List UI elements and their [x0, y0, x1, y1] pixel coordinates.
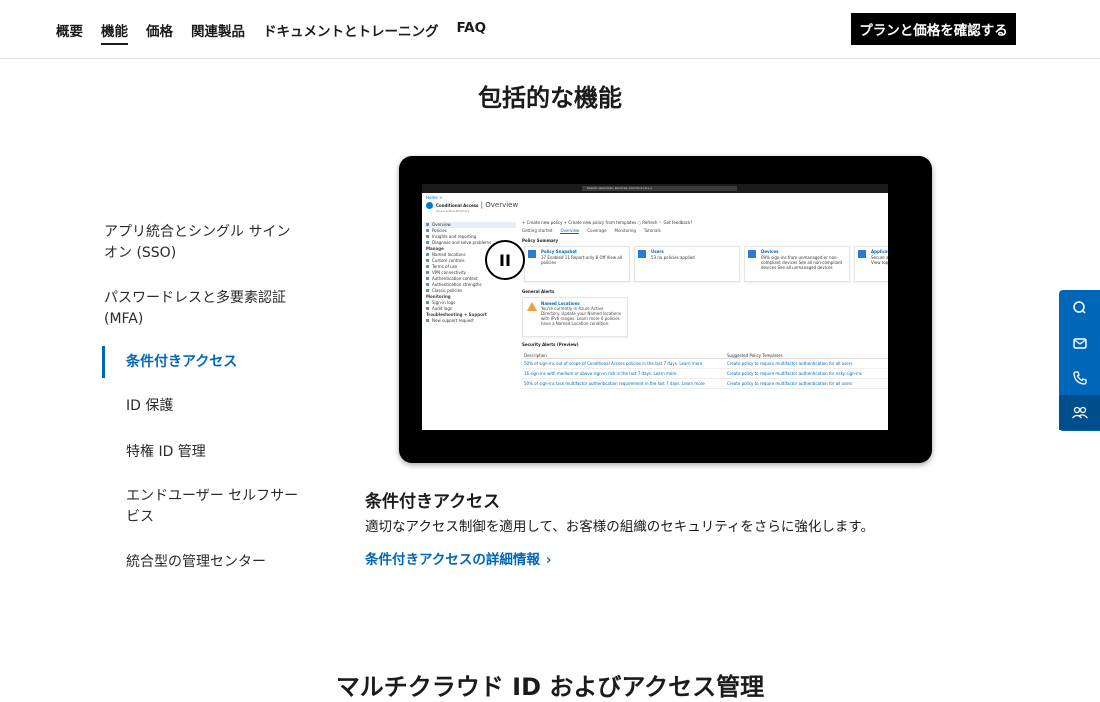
card-value: Secure a list of applications with polic…: [871, 255, 888, 265]
next-section-title: マルチクラウド ID およびアクセス管理: [335, 673, 765, 701]
summary-card[interactable]: ApplicationsSecure a list of application…: [854, 246, 888, 282]
portal-main: + Create new policy + Create new policy …: [522, 220, 888, 430]
table-cell-template[interactable]: Create policy to require multifactor aut…: [727, 361, 887, 366]
portal-tab[interactable]: Tutorials: [644, 228, 661, 233]
table-cell-description[interactable]: 50% of sign-ins out of scope of Conditio…: [524, 361, 714, 366]
table-row[interactable]: 50% of sign-ins out of scope of Conditio…: [522, 359, 888, 369]
learn-more-link[interactable]: 条件付きアクセスの詳細情報 ›: [365, 548, 551, 568]
summary-card[interactable]: Devices 09% sign-ins from unmanaged or no…: [744, 246, 850, 282]
card-icon: [528, 250, 536, 258]
warning-icon: [527, 302, 537, 311]
feature-item-privileged-id[interactable]: 特権 ID 管理: [126, 442, 316, 463]
feature-caption-body: 適切なアクセス制御を適用して、お客様の組織のセキュリティをさらに強化します。: [365, 519, 875, 535]
portal-tab[interactable]: Overview: [560, 228, 580, 234]
portal-topbar: Search resources, services, and docs (G+…: [422, 184, 888, 193]
security-alerts-table: Description Suggested Policy Templates 5…: [522, 351, 888, 389]
portal-org: Azure Active Directory: [436, 209, 470, 213]
feature-item-self-service[interactable]: エンドユーザー セルフサービス: [126, 486, 306, 528]
card-title: Applications: [871, 249, 888, 254]
table-header: Description Suggested Policy Templates: [522, 351, 888, 359]
tablet-mockup: Search resources, services, and docs (G+…: [399, 156, 932, 463]
card-value: 37 Enabled 11 Report-only 8 Off View all…: [541, 255, 623, 265]
plans-pricing-button[interactable]: プランと価格を確認する: [851, 13, 1016, 45]
feature-item-sso[interactable]: アプリ統合とシングル サインオン (SSO): [104, 222, 294, 264]
portal-breadcrumb: Home >: [426, 195, 443, 200]
portal-command-bar: + Create new policy + Create new policy …: [522, 220, 693, 225]
top-navigation: 概要 機能 価格 関連製品 ドキュメントとトレーニング FAQ プランと価格を確…: [0, 0, 1100, 59]
security-alerts-heading: Security Alerts (Preview): [522, 342, 579, 347]
feature-item-mfa[interactable]: パスワードレスと多要素認証 (MFA): [104, 288, 294, 330]
card-title: Policy Snapshot: [541, 249, 577, 254]
portal-title: Conditional Access | Overview Azure Acti…: [426, 201, 518, 213]
card-icon: [638, 250, 646, 258]
portal-title-suffix: | Overview: [478, 201, 519, 209]
card-icon: [748, 250, 756, 258]
portal-tabs: Getting started Overview Coverage Monitorin…: [522, 228, 888, 234]
sidebar-item[interactable]: New support request: [424, 318, 516, 324]
portal-title-text: Conditional Access: [436, 203, 479, 208]
nav-link-overview[interactable]: 概要: [56, 20, 83, 45]
table-cell-template[interactable]: Create policy to require multifactor aut…: [727, 381, 887, 386]
feature-caption-title: 条件付きアクセス: [365, 492, 501, 512]
alert-card: Named Locations You're currently in Azur…: [522, 297, 628, 337]
table-header-templates: Suggested Policy Templates: [727, 353, 783, 358]
general-alerts-heading: General Alerts: [522, 289, 555, 294]
summary-card[interactable]: Users 53 no policies applied: [634, 246, 740, 282]
feature-item-id-protection[interactable]: ID 保護: [126, 396, 316, 417]
table-cell-description[interactable]: 16 sign-ins with medium or above sign-in…: [524, 371, 714, 376]
learn-more-text: 条件付きアクセスの詳細情報: [365, 552, 540, 568]
chat-button[interactable]: [1059, 290, 1100, 325]
portal-tab[interactable]: Getting started: [522, 228, 552, 233]
policy-summary-heading: Policy Summary: [522, 238, 559, 243]
pause-button[interactable]: II: [485, 240, 525, 280]
phone-icon: [1072, 370, 1087, 385]
summary-card[interactable]: Policy Snapshot 37 Enabled 11 Report-only…: [524, 246, 630, 282]
card-value: 09% sign-ins from unmanaged or non-compl…: [761, 255, 843, 270]
table-row[interactable]: 50% of sign-ins lack multifactor authent…: [522, 379, 888, 389]
nav-links: 概要 機能 価格 関連製品 ドキュメントとトレーニング FAQ: [56, 20, 486, 45]
table-header-description: Description: [524, 353, 547, 358]
active-indicator: [102, 346, 105, 378]
nav-link-features[interactable]: 機能: [101, 20, 128, 45]
conditional-access-icon: [426, 201, 433, 209]
card-icon: [858, 250, 866, 258]
portal-search: Search resources, services, and docs (G+…: [582, 186, 737, 191]
summary-cards: Policy Snapshot 37 Enabled 11 Report-only…: [522, 246, 888, 284]
nav-link-pricing[interactable]: 価格: [146, 20, 173, 45]
card-title: Devices: [761, 249, 779, 254]
phone-button[interactable]: [1059, 360, 1100, 395]
pause-icon: II: [499, 250, 511, 270]
nav-link-faq[interactable]: FAQ: [457, 20, 487, 45]
mail-icon: [1072, 337, 1087, 349]
card-value: 53 no policies applied: [651, 255, 695, 260]
email-button[interactable]: [1059, 325, 1100, 360]
feature-item-admin-center[interactable]: 統合型の管理センター: [126, 552, 316, 573]
alert-body: You're currently in Azure Active Directo…: [541, 306, 621, 326]
section-title: 包括的な機能: [478, 84, 622, 112]
portal-tab[interactable]: Monitoring: [615, 228, 636, 233]
table-cell-description[interactable]: 50% of sign-ins lack multifactor authent…: [524, 381, 714, 386]
portal-tab[interactable]: Coverage: [587, 228, 606, 233]
chat-icon: [1072, 300, 1086, 314]
contact-float-bar: [1059, 290, 1100, 431]
nav-link-docs-training[interactable]: ドキュメントとトレーニング: [263, 20, 439, 45]
nav-link-related-products[interactable]: 関連製品: [191, 20, 245, 45]
people-button[interactable]: [1059, 395, 1100, 430]
chevron-right-icon: ›: [545, 552, 552, 568]
people-icon: [1071, 406, 1088, 418]
portal-screenshot: Search resources, services, and docs (G+…: [422, 184, 888, 430]
table-row[interactable]: 16 sign-ins with medium or above sign-in…: [522, 369, 888, 379]
card-title: Users: [651, 249, 664, 254]
feature-item-conditional-access[interactable]: 条件付きアクセス: [126, 352, 316, 373]
table-cell-template[interactable]: Create policy to require multifactor aut…: [727, 371, 887, 376]
